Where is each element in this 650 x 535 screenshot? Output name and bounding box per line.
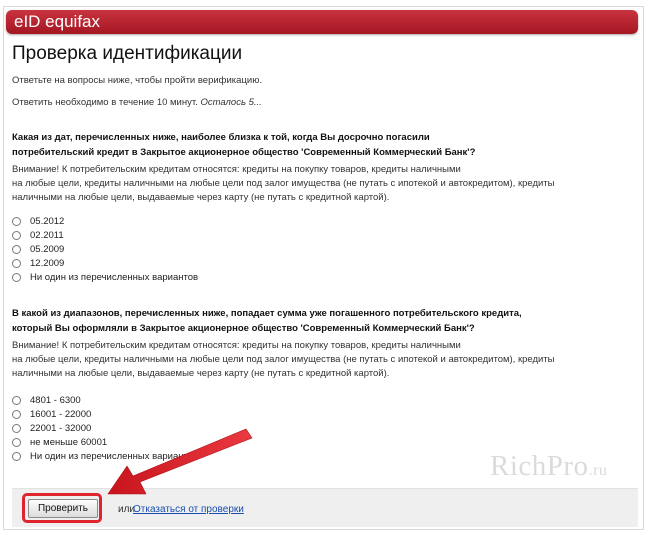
richpro-watermark: RichPro.ru: [490, 450, 608, 482]
